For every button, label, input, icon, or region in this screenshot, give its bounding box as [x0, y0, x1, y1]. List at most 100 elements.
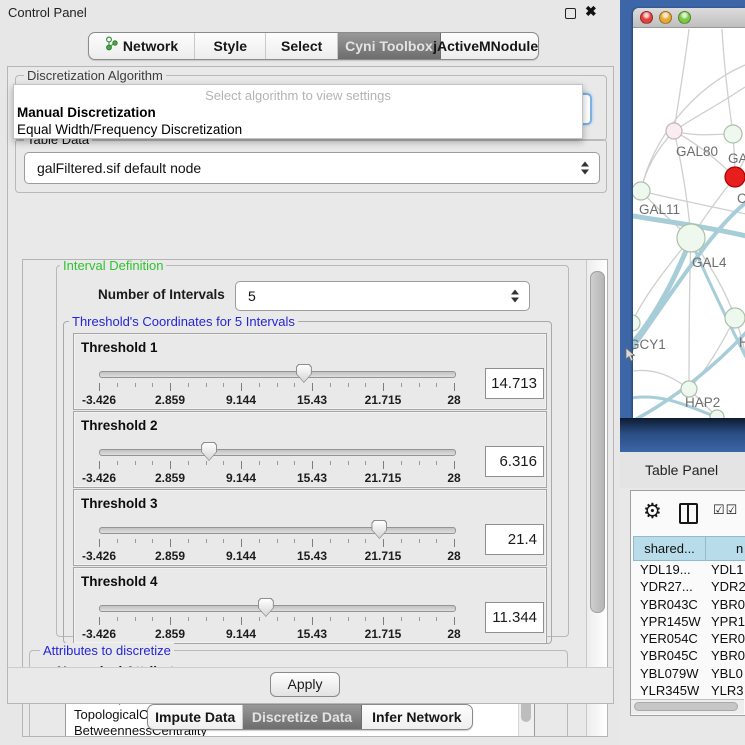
- threshold-value-box[interactable]: 11.344: [485, 602, 544, 633]
- top-tab-bar: NetworkStyle Select Cyni ToolboxjActiveMNo…: [88, 32, 539, 60]
- slider-track[interactable]: [99, 527, 456, 534]
- threshold-value-box[interactable]: 14.713: [485, 368, 544, 399]
- threshold-value-box[interactable]: 21.4: [485, 524, 544, 555]
- table-cell-shared-name: YBR045C: [633, 647, 706, 664]
- node-red[interactable]: [725, 167, 745, 187]
- mac-close-button[interactable]: [640, 11, 653, 24]
- node-gal11[interactable]: [633, 182, 650, 200]
- slider-tick-minor: [188, 461, 189, 465]
- table-header-cell[interactable]: shared...: [633, 536, 706, 561]
- slider-tick-minor: [294, 617, 295, 621]
- tab-select[interactable]: Select: [266, 33, 337, 59]
- table-row[interactable]: YBL079WYBL0: [633, 665, 745, 682]
- node-bottom[interactable]: [710, 410, 724, 418]
- scrollbar-thumb[interactable]: [590, 271, 605, 613]
- tab-label: Select: [281, 33, 322, 59]
- tab-label: Discretize Data: [252, 705, 352, 729]
- tab-cyni-toolbox[interactable]: Cyni Toolbox: [338, 33, 441, 59]
- slider-tick-minor: [206, 539, 207, 543]
- slider-tick-label: -3.426: [69, 471, 129, 485]
- network-edge-highlight[interactable]: [633, 238, 691, 351]
- float-window-icon[interactable]: [565, 8, 576, 19]
- tab-network[interactable]: Network: [89, 33, 195, 59]
- node-label: HAP2: [685, 395, 720, 410]
- table-row[interactable]: YDL19...YDL1: [633, 561, 745, 578]
- table-data-select[interactable]: galFiltered.sif default node: [24, 152, 600, 184]
- popup-item-1[interactable]: Manual Discretization: [16, 104, 580, 121]
- apply-button[interactable]: Apply: [270, 672, 340, 697]
- table-data-group: Table Data galFiltered.sif default node: [15, 139, 607, 193]
- table-cell-name: YDR2: [706, 578, 745, 595]
- slider-track[interactable]: [99, 605, 456, 612]
- node-right-mid[interactable]: [725, 308, 745, 328]
- slider-tick-label: 28: [424, 393, 484, 407]
- table-panel-header[interactable]: Table Panel: [620, 452, 745, 488]
- popup-prompt-item[interactable]: Select algorithm to view settings: [14, 88, 582, 103]
- slider-track[interactable]: [99, 449, 456, 456]
- table-row[interactable]: YDR27...YDR2: [633, 578, 745, 595]
- network-icon: [105, 33, 118, 59]
- node-gal4[interactable]: [677, 224, 705, 252]
- tab-discretize-data[interactable]: Discretize Data: [243, 705, 361, 729]
- network-edge[interactable]: [722, 29, 733, 134]
- settings-scrollbar[interactable]: [586, 260, 607, 736]
- table-row[interactable]: YBR045CYBR0: [633, 647, 745, 664]
- slider-tick-major: [383, 617, 384, 625]
- network-edge[interactable]: [674, 29, 689, 131]
- table-header-row[interactable]: shared...n: [633, 536, 745, 561]
- checkbox-icons[interactable]: ☑☑: [713, 502, 738, 518]
- slider-thumb[interactable]: [371, 520, 387, 539]
- mac-zoom-button[interactable]: [678, 11, 691, 24]
- slider-tick-minor: [348, 539, 349, 543]
- threshold-panel-3: Threshold 3-3.4262.8599.14415.4321.71528…: [73, 489, 547, 566]
- slider-tick-major: [170, 539, 171, 547]
- thresholds-group-title: Threshold's Coordinates for 5 Intervals: [69, 314, 298, 329]
- popup-item-2[interactable]: Equal Width/Frequency Discretization: [16, 121, 580, 138]
- mac-minimize-button[interactable]: [659, 11, 672, 24]
- slider-tick-major: [383, 383, 384, 391]
- threshold-value-box[interactable]: 6.316: [485, 446, 544, 477]
- node-label: GA: [728, 151, 745, 166]
- slider-tick-label: 9.144: [211, 549, 271, 563]
- tab-jactivemnodules[interactable]: jActiveMNodules: [441, 33, 538, 59]
- slider-thumb[interactable]: [296, 364, 312, 383]
- table-row[interactable]: YBR043CYBR0: [633, 596, 745, 613]
- slider-tick-minor: [330, 539, 331, 543]
- table-header-cell[interactable]: n: [706, 536, 745, 561]
- table-row[interactable]: YER054CYER0: [633, 630, 745, 647]
- network-canvas[interactable]: GAL80GACGAL11GAL4GCY1HHAP2: [633, 29, 745, 418]
- node-pink[interactable]: [666, 123, 682, 139]
- slider-tick-minor: [436, 539, 437, 543]
- network-edge[interactable]: [689, 238, 691, 389]
- tab-impute-data[interactable]: Impute Data: [148, 705, 243, 729]
- table-row[interactable]: YPR145WYPR1: [633, 613, 745, 630]
- close-icon[interactable]: ✖: [585, 3, 597, 20]
- slider-tick-minor: [348, 383, 349, 387]
- slider-thumb[interactable]: [258, 598, 274, 617]
- gear-icon[interactable]: ⚙: [643, 498, 662, 526]
- scrollbar-thumb[interactable]: [634, 702, 738, 711]
- slider-tick-minor: [117, 539, 118, 543]
- slider-tick-major: [312, 383, 313, 391]
- tab-style[interactable]: Style: [195, 33, 266, 59]
- node-green-top[interactable]: [724, 125, 742, 143]
- slider-thumb[interactable]: [201, 442, 217, 461]
- tab-infer-network[interactable]: Infer Network: [362, 705, 472, 729]
- network-edge[interactable]: [641, 131, 674, 191]
- table-hscrollbar[interactable]: [631, 699, 744, 714]
- slider-tick-label: -3.426: [69, 627, 129, 641]
- slider-tick-label: 2.859: [140, 627, 200, 641]
- slider-tick-minor: [294, 383, 295, 387]
- network-window-titlebar[interactable]: [633, 8, 745, 28]
- slider-tick-minor: [152, 617, 153, 621]
- slider-track[interactable]: [99, 371, 456, 378]
- node-gcy1[interactable]: [633, 315, 640, 331]
- number-of-intervals-select[interactable]: 5: [235, 281, 530, 311]
- slider-tick-major: [312, 617, 313, 625]
- slider-tick-minor: [365, 617, 366, 621]
- table-row[interactable]: YLR345WYLR3: [633, 682, 745, 699]
- network-edge[interactable]: [633, 370, 689, 389]
- slider-tick-major: [383, 461, 384, 469]
- split-columns-icon[interactable]: [679, 503, 698, 524]
- threshold-panel-1: Threshold 1-3.4262.8599.14415.4321.71528…: [73, 333, 547, 410]
